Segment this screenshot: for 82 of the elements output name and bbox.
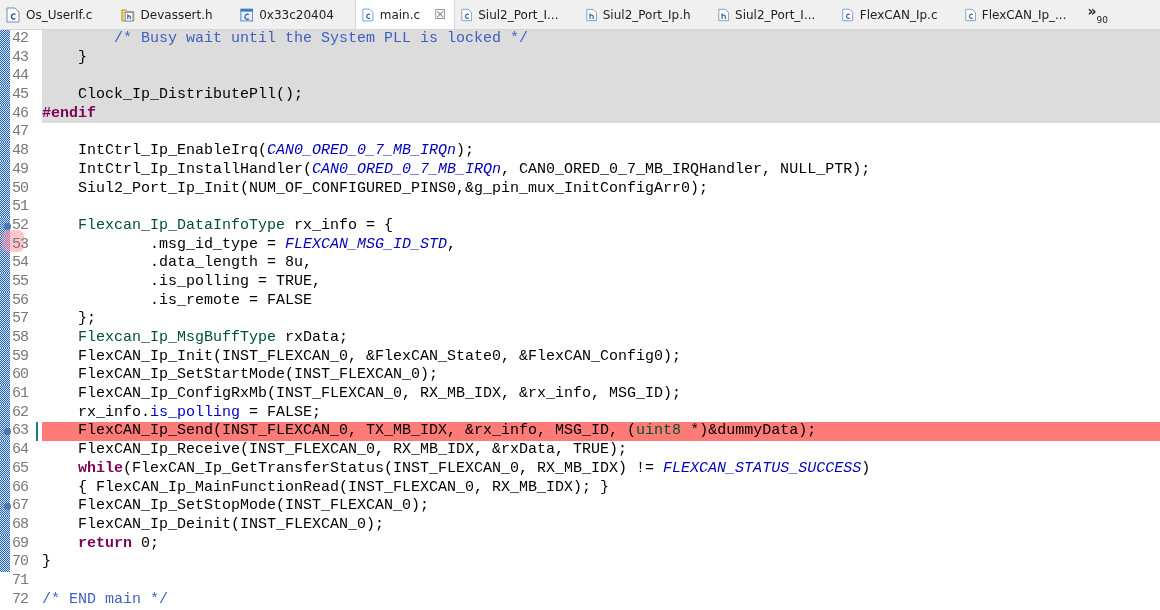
line-number: 42 <box>12 30 28 47</box>
code-line: } <box>42 553 51 571</box>
code-line: rx_info.is_polling = FALSE; <box>77 403 322 421</box>
close-icon[interactable]: ☒ <box>434 7 446 22</box>
line-number: 72 <box>12 590 28 608</box>
editor-tab[interactable]: FlexCAN_Ip.c <box>836 0 959 29</box>
line-number: 65 <box>12 459 28 477</box>
line-number: 45 <box>12 86 28 104</box>
c-file-icon <box>460 6 473 23</box>
editor-tab[interactable]: 0x33c20404 <box>233 0 355 29</box>
annotation-dot-icon[interactable] <box>4 503 11 511</box>
code-line: return 0; <box>77 534 160 552</box>
code-line: IntCtrl_Ip_EnableIrq(CAN0_ORED_0_7_MB_IRQn); <box>77 142 475 160</box>
line-number: 47 <box>12 123 28 141</box>
code-line: Siul2_Port_Ip_Init(NUM_OF_CONFIGURED_PINS0,&g_pin_mux_InitConfigArr0); <box>77 179 709 197</box>
more-tabs-button[interactable]: » <box>1087 6 1097 16</box>
code-line: .data_length = 8u, <box>149 254 313 272</box>
line-number: 52 <box>12 216 28 234</box>
c-file-icon <box>239 6 254 23</box>
editor-tab[interactable]: main.c ☒ <box>354 0 455 29</box>
code-line: #endif <box>42 104 96 122</box>
code-line: .msg_id_type = FLEXCAN_MSG_ID_STD, <box>149 235 457 253</box>
line-number: 51 <box>12 198 28 216</box>
code-line: /* END main */ <box>42 590 169 608</box>
editor-tab[interactable]: Devassert.h <box>115 0 234 29</box>
c-file-icon <box>361 6 374 23</box>
code-line: FlexCAN_Ip_SetStartMode(INST_FLEXCAN_0); <box>77 366 439 384</box>
line-number: 57 <box>12 310 28 328</box>
code-line: while(FlexCAN_Ip_GetTransferStatus(INST_FLEXCAN_0, RX_MB_IDX) != FLEXCAN_STATUS_SUCCESS) <box>77 459 871 477</box>
line-number: 49 <box>12 160 28 178</box>
c-file-icon <box>6 6 20 23</box>
code-line: FlexCAN_Ip_Init(INST_FLEXCAN_0, &FlexCAN_State0, &FlexCAN_Config0); <box>77 347 682 365</box>
code-line: }; <box>77 310 96 328</box>
code-line: IntCtrl_Ip_InstallHandler(CAN0_ORED_0_7_MB_IRQn, CAN0_ORED_0_7_MB_IRQHandler, NULL_PTR); <box>77 160 871 178</box>
code-line: Clock_Ip_DistributePll(); <box>77 86 304 104</box>
hidden-tab-count: 90 <box>1096 15 1108 25</box>
line-number: 55 <box>12 272 28 290</box>
annotation-dot-icon[interactable] <box>4 222 11 230</box>
line-number: 60 <box>12 366 28 384</box>
editor-tab[interactable]: Os_UserIf.c <box>0 0 115 29</box>
code-line: } <box>77 48 87 66</box>
line-number: 43 <box>12 48 28 66</box>
line-number: 71 <box>12 571 28 589</box>
line-number: 54 <box>12 254 28 272</box>
editor-tab[interactable]: Siul2_Port_Ip.h <box>579 0 712 29</box>
line-number: 58 <box>12 329 28 346</box>
line-number: 70 <box>12 553 28 571</box>
line-number: 44 <box>12 67 28 85</box>
code-line: .is_polling = TRUE, <box>149 272 322 290</box>
line-number: 59 <box>12 347 28 365</box>
code-line: FlexCAN_Ip_Receive(INST_FLEXCAN_0, RX_MB_IDX, &rxData, TRUE); <box>77 441 628 459</box>
h-file-icon <box>121 6 135 23</box>
line-number: 66 <box>12 478 28 496</box>
line-number: 69 <box>12 534 28 552</box>
line-number: 64 <box>12 441 28 459</box>
c-file-icon <box>842 6 854 23</box>
code-line: { FlexCAN_Ip_MainFunctionRead(INST_FLEXCAN_0, RX_MB_IDX); } <box>77 478 610 496</box>
code-line: FlexCAN_Ip_Send(INST_FLEXCAN_0, TX_MB_IDX, &rx_info, MSG_ID, (uint8 *)&dummyData); <box>77 422 817 440</box>
h-file-icon <box>585 6 597 23</box>
code-line: .is_remote = FALSE <box>149 291 313 309</box>
line-number: 48 <box>12 142 28 160</box>
line-number: 53 <box>12 235 28 253</box>
code-line: Flexcan_Ip_MsgBuffType rxData; <box>77 329 349 346</box>
line-number: 68 <box>12 515 28 533</box>
line-number: 50 <box>12 179 28 197</box>
code-line: FlexCAN_Ip_SetStopMode(INST_FLEXCAN_0); <box>77 497 430 515</box>
code-line: Flexcan_Ip_DataInfoType rx_info = { <box>77 216 394 234</box>
line-number: 61 <box>12 385 28 403</box>
annotation-dot-icon[interactable] <box>4 428 11 436</box>
editor-tab[interactable]: Siul2_Port_I... <box>711 0 837 29</box>
h-file-icon <box>717 6 730 23</box>
line-number: 67 <box>12 497 28 515</box>
editor-tab[interactable]: FlexCAN_Ip_... <box>958 0 1088 29</box>
code-line: FlexCAN_Ip_Deinit(INST_FLEXCAN_0); <box>77 515 385 533</box>
editor-tab[interactable]: Siul2_Port_I... <box>454 0 580 29</box>
line-number: 62 <box>12 403 28 421</box>
line-number: 63 <box>12 422 28 440</box>
code-line: /* Busy wait until the System PLL is locked */ <box>113 30 529 47</box>
line-number: 46 <box>12 104 28 122</box>
line-number: 56 <box>12 291 28 309</box>
code-line: FlexCAN_Ip_ConfigRxMb(INST_FLEXCAN_0, RX_MB_IDX, &rx_info, MSG_ID); <box>77 385 682 403</box>
c-file-icon <box>964 6 976 23</box>
